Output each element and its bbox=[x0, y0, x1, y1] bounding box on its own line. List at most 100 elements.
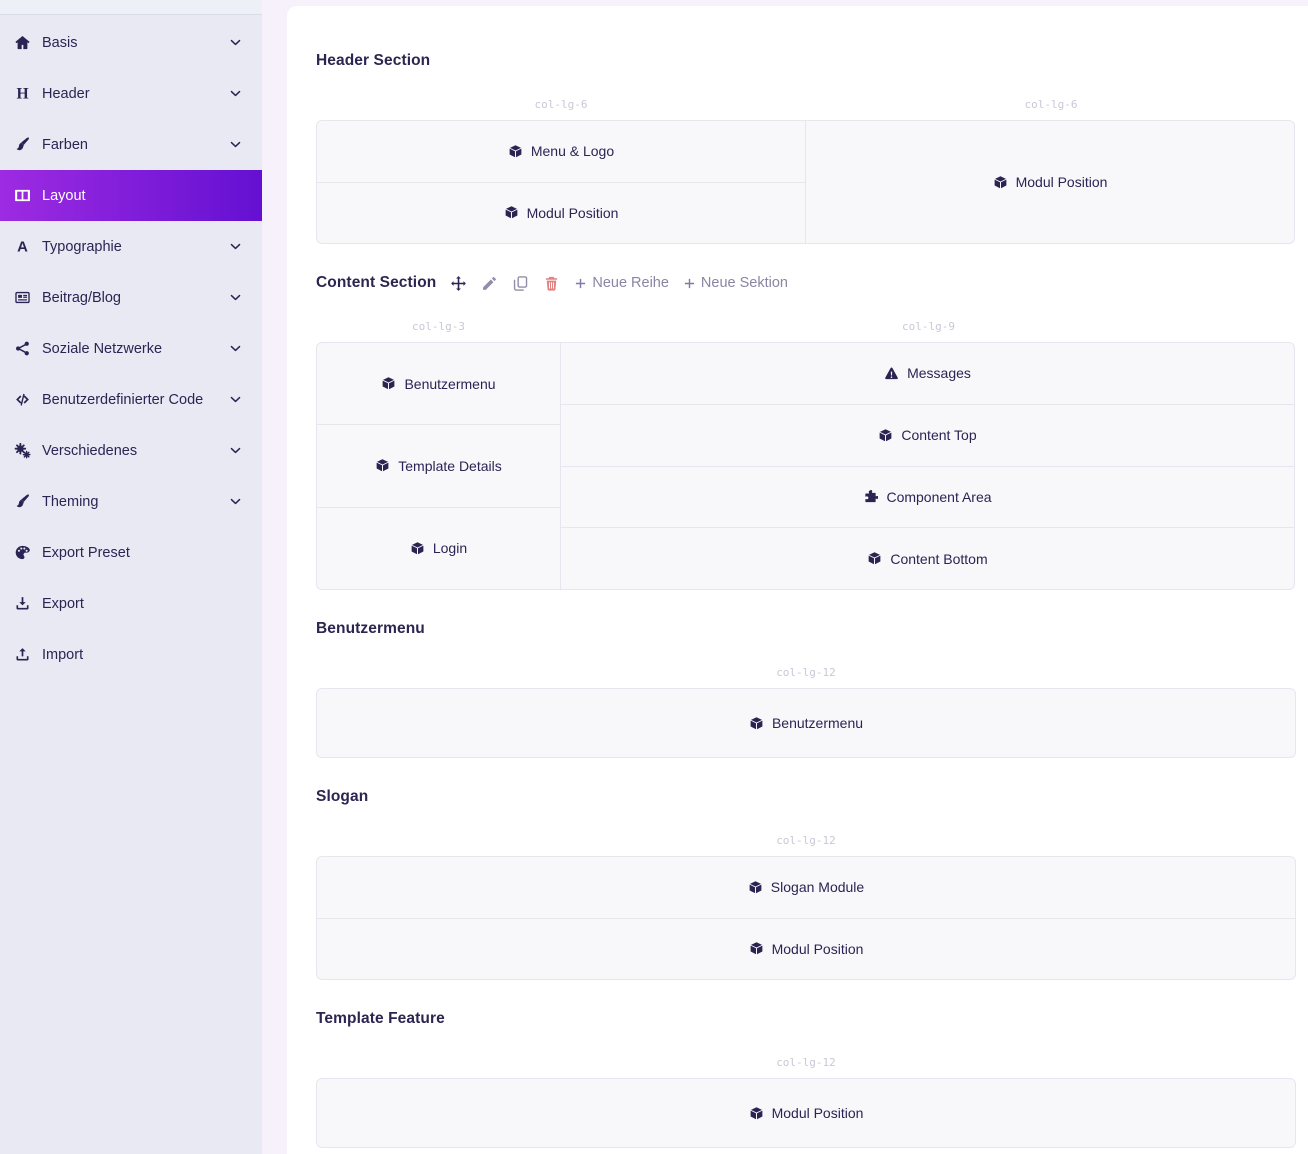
section-title: Template Feature bbox=[316, 1010, 445, 1028]
chevron-down-icon bbox=[229, 393, 242, 406]
module-label: Modul Position bbox=[772, 1105, 864, 1121]
module-cell[interactable]: Benutzermenu bbox=[316, 342, 561, 425]
new-row-button[interactable]: Neue Reihe bbox=[574, 275, 669, 291]
column-width-labels: col-lg-6 col-lg-6 bbox=[316, 98, 1296, 111]
builder-row: Menu & Logo Modul Position Modul Positio… bbox=[316, 120, 1296, 244]
module-cell[interactable]: Menu & Logo bbox=[316, 120, 806, 183]
brush-icon bbox=[11, 493, 33, 510]
module-label: Modul Position bbox=[527, 205, 619, 221]
module-label: Benutzermenu bbox=[772, 715, 863, 731]
column-width-labels: col-lg-12 bbox=[316, 666, 1296, 679]
col-width-label: col-lg-12 bbox=[316, 666, 1296, 679]
cube-icon bbox=[504, 205, 519, 220]
cube-icon bbox=[878, 428, 893, 443]
module-label: Messages bbox=[907, 365, 971, 381]
sidebar-item-theming[interactable]: Theming bbox=[0, 476, 262, 527]
move-icon[interactable] bbox=[450, 275, 467, 292]
chevron-down-icon bbox=[229, 291, 242, 304]
module-label: Component Area bbox=[886, 489, 991, 505]
sidebar-item-benutzerdefinierter-code[interactable]: Benutzerdefinierter Code bbox=[0, 374, 262, 425]
cogs-icon bbox=[11, 442, 33, 459]
column-width-labels: col-lg-3 col-lg-9 bbox=[316, 320, 1296, 333]
module-label: Menu & Logo bbox=[531, 143, 614, 159]
module-label: Modul Position bbox=[772, 941, 864, 957]
sidebar-item-label: Benutzerdefinierter Code bbox=[42, 392, 203, 408]
chevron-down-icon bbox=[229, 138, 242, 151]
newspaper-icon bbox=[11, 289, 33, 306]
chevron-down-icon bbox=[229, 240, 242, 253]
module-cell[interactable]: Modul Position bbox=[316, 182, 806, 245]
sidebar-item-farben[interactable]: Farben bbox=[0, 119, 262, 170]
sidebar-nav: Basis Header Farben Layout Typographie B… bbox=[0, 15, 262, 680]
new-row-label: Neue Reihe bbox=[592, 275, 669, 291]
sidebar-item-label: Farben bbox=[42, 137, 88, 153]
palette-icon bbox=[11, 544, 33, 561]
module-cell[interactable]: Component Area bbox=[560, 466, 1295, 529]
sidebar-item-soziale-netzwerke[interactable]: Soziale Netzwerke bbox=[0, 323, 262, 374]
plus-icon bbox=[683, 277, 696, 290]
module-cell[interactable]: Messages bbox=[560, 342, 1295, 405]
builder-section-header: Header Section col-lg-6 col-lg-6 Menu & … bbox=[316, 52, 1296, 244]
code-icon bbox=[11, 391, 33, 408]
download-icon bbox=[11, 595, 33, 612]
col-width-label: col-lg-9 bbox=[561, 320, 1296, 333]
cube-icon bbox=[375, 458, 390, 473]
new-section-label: Neue Sektion bbox=[701, 275, 788, 291]
module-cell[interactable]: Template Details bbox=[316, 424, 561, 507]
cube-icon bbox=[508, 144, 523, 159]
builder-row: Benutzermenu Template Details Login Mess… bbox=[316, 342, 1296, 590]
chevron-down-icon bbox=[229, 342, 242, 355]
module-cell[interactable]: Benutzermenu bbox=[316, 688, 1296, 758]
copy-icon[interactable] bbox=[512, 275, 529, 292]
module-cell[interactable]: Modul Position bbox=[316, 918, 1296, 981]
sidebar-item-export[interactable]: Export bbox=[0, 578, 262, 629]
trash-icon[interactable] bbox=[543, 275, 560, 292]
font-icon bbox=[11, 238, 33, 255]
sidebar-item-verschiedenes[interactable]: Verschiedenes bbox=[0, 425, 262, 476]
share-icon bbox=[11, 340, 33, 357]
new-section-button[interactable]: Neue Sektion bbox=[683, 275, 788, 291]
heading-icon bbox=[11, 85, 33, 102]
sidebar-item-typographie[interactable]: Typographie bbox=[0, 221, 262, 272]
module-cell[interactable]: Login bbox=[316, 507, 561, 590]
module-label: Benutzermenu bbox=[404, 376, 495, 392]
module-label: Template Details bbox=[398, 458, 502, 474]
module-cell[interactable]: Modul Position bbox=[316, 1078, 1296, 1148]
sidebar-item-export-preset[interactable]: Export Preset bbox=[0, 527, 262, 578]
chevron-down-icon bbox=[229, 87, 242, 100]
cube-icon bbox=[993, 175, 1008, 190]
builder-column: Slogan Module Modul Position bbox=[316, 856, 1296, 980]
col-width-label: col-lg-3 bbox=[316, 320, 561, 333]
sidebar-item-label: Header bbox=[42, 86, 90, 102]
module-cell[interactable]: Slogan Module bbox=[316, 856, 1296, 919]
builder-section-slogan: Slogan col-lg-12 Slogan Module Modul Pos… bbox=[316, 788, 1296, 980]
col-width-label: col-lg-12 bbox=[316, 834, 1296, 847]
sidebar-item-header[interactable]: Header bbox=[0, 68, 262, 119]
builder-column: Menu & Logo Modul Position bbox=[316, 120, 806, 244]
sidebar-item-label: Export Preset bbox=[42, 545, 130, 561]
sidebar-item-import[interactable]: Import bbox=[0, 629, 262, 680]
plus-icon bbox=[574, 277, 587, 290]
cube-icon bbox=[749, 1106, 764, 1121]
puzzle-icon bbox=[863, 489, 878, 504]
sidebar-item-label: Layout bbox=[42, 188, 86, 204]
sidebar-item-basis[interactable]: Basis bbox=[0, 17, 262, 68]
section-title: Benutzermenu bbox=[316, 620, 425, 638]
module-cell[interactable]: Content Top bbox=[560, 404, 1295, 467]
section-title: Slogan bbox=[316, 788, 368, 806]
builder-row: Modul Position bbox=[316, 1078, 1296, 1148]
sidebar-item-label: Verschiedenes bbox=[42, 443, 137, 459]
sidebar-item-beitrag-blog[interactable]: Beitrag/Blog bbox=[0, 272, 262, 323]
builder-column: Modul Position bbox=[805, 120, 1295, 244]
module-cell[interactable]: Modul Position bbox=[805, 120, 1295, 244]
builder-column: Modul Position bbox=[316, 1078, 1296, 1148]
chevron-down-icon bbox=[229, 444, 242, 457]
sidebar-item-label: Typographie bbox=[42, 239, 122, 255]
home-icon bbox=[11, 34, 33, 51]
edit-icon[interactable] bbox=[481, 275, 498, 292]
col-width-label: col-lg-6 bbox=[806, 98, 1296, 111]
sidebar-item-label: Export bbox=[42, 596, 84, 612]
module-cell[interactable]: Content Bottom bbox=[560, 527, 1295, 590]
module-label: Slogan Module bbox=[771, 879, 864, 895]
sidebar-item-layout[interactable]: Layout bbox=[0, 170, 262, 221]
